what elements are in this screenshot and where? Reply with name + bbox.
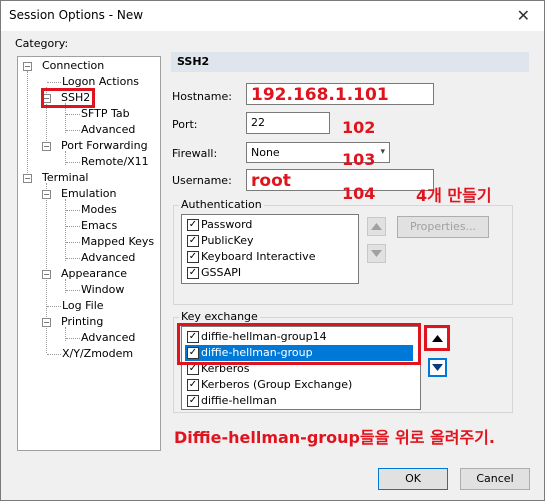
port-annotation: 102 <box>342 118 376 137</box>
collapse-icon[interactable]: − <box>42 318 51 327</box>
category-tree[interactable]: − Connection Logon Actions − SSH2 SFTP T… <box>17 56 161 451</box>
collapse-icon[interactable]: − <box>23 62 32 71</box>
tree-guide-line <box>66 242 80 243</box>
tree-item-emacs[interactable]: Emacs <box>81 218 117 234</box>
chevron-down-icon: ▾ <box>380 147 385 157</box>
hostname-label: Hostname: <box>172 90 232 103</box>
properties-button[interactable]: Properties... <box>397 216 489 238</box>
title-bar: Session Options - New ✕ <box>1 1 544 31</box>
auth-move-up-button[interactable] <box>367 217 386 236</box>
tree-guide-line <box>66 130 80 131</box>
list-item[interactable]: ✓ Kerberos (Group Exchange) <box>185 377 413 393</box>
tree-guide-line <box>27 71 28 179</box>
port-label: Port: <box>172 118 198 131</box>
tree-item-xyzmodem[interactable]: X/Y/Zmodem <box>62 346 133 362</box>
tree-item-connection[interactable]: Connection <box>42 58 104 74</box>
checkbox-checked-icon[interactable]: ✓ <box>187 235 199 247</box>
tree-item-advanced[interactable]: Advanced <box>81 330 135 346</box>
collapse-icon[interactable]: − <box>23 174 32 183</box>
tree-item-mapped-keys[interactable]: Mapped Keys <box>81 234 154 250</box>
tree-item-port-forwarding[interactable]: Port Forwarding <box>61 138 148 154</box>
arrow-up-icon <box>371 223 382 230</box>
firewall-annotation: 103 <box>342 150 376 169</box>
tree-item-window[interactable]: Window <box>81 282 124 298</box>
list-item[interactable]: ✓ GSSAPI <box>185 265 413 281</box>
ok-button[interactable]: OK <box>378 468 448 490</box>
annotation-highlight-box <box>41 88 95 108</box>
tree-item-advanced[interactable]: Advanced <box>81 250 135 266</box>
port-input[interactable]: 22 <box>246 112 330 134</box>
kex-move-down-button[interactable] <box>428 358 447 377</box>
tree-guide-line <box>66 210 80 211</box>
move-up-annotation: Diffie-hellman-group들을 위로 올려주기. <box>174 428 495 447</box>
window-title: Session Options - New <box>9 8 144 22</box>
cancel-button[interactable]: Cancel <box>460 468 530 490</box>
arrow-down-icon <box>432 364 443 371</box>
tree-guide-line <box>47 82 61 83</box>
collapse-icon[interactable]: − <box>42 142 51 151</box>
annotation-highlight-box <box>177 323 421 365</box>
tree-guide-line <box>46 183 47 353</box>
tree-item-advanced[interactable]: Advanced <box>81 122 135 138</box>
collapse-icon[interactable]: − <box>42 190 51 199</box>
collapse-icon[interactable]: − <box>42 270 51 279</box>
checkbox-checked-icon[interactable]: ✓ <box>187 219 199 231</box>
tree-guide-line <box>47 306 61 307</box>
list-item[interactable]: ✓ diffie-hellman <box>185 393 413 409</box>
tree-item-modes[interactable]: Modes <box>81 202 117 218</box>
category-label: Category: <box>15 37 69 50</box>
session-options-dialog: Session Options - New ✕ Category: − Conn… <box>0 0 545 501</box>
tree-item-remote-x11[interactable]: Remote/X11 <box>81 154 149 170</box>
tree-item-terminal[interactable]: Terminal <box>42 170 89 186</box>
checkbox-checked-icon[interactable]: ✓ <box>187 267 199 279</box>
arrow-down-icon <box>371 250 382 257</box>
authentication-title: Authentication <box>179 198 264 211</box>
authentication-list[interactable]: ✓ Password ✓ PublicKey ✓ Keyboard Interacti… <box>181 214 359 284</box>
tree-item-sftp-tab[interactable]: SFTP Tab <box>81 106 130 122</box>
annotation-highlight-box <box>424 325 450 351</box>
tree-item-emulation[interactable]: Emulation <box>61 186 117 202</box>
make-four-annotation: 4개 만들기 <box>416 186 492 205</box>
tree-guide-line <box>66 162 80 163</box>
tree-guide-line <box>66 114 80 115</box>
checkbox-checked-icon[interactable]: ✓ <box>187 379 199 391</box>
firewall-label: Firewall: <box>172 147 218 160</box>
checkbox-checked-icon[interactable]: ✓ <box>187 251 199 263</box>
firewall-value: None <box>251 146 280 159</box>
username-label: Username: <box>172 174 232 187</box>
tree-item-printing[interactable]: Printing <box>61 314 103 330</box>
tree-guide-line <box>47 354 61 355</box>
tree-guide-line <box>66 290 80 291</box>
close-icon[interactable]: ✕ <box>517 6 530 25</box>
tree-guide-line <box>66 258 80 259</box>
tree-guide-line <box>66 338 80 339</box>
hostname-input[interactable]: 192.168.1.101 <box>246 83 434 105</box>
checkbox-checked-icon[interactable]: ✓ <box>187 395 199 407</box>
tree-item-log-file[interactable]: Log File <box>62 298 104 314</box>
tree-guide-line <box>65 199 66 261</box>
key-exchange-title: Key exchange <box>179 310 260 323</box>
tree-guide-line <box>66 226 80 227</box>
username-input[interactable]: root <box>246 169 434 191</box>
username-annotation: 104 <box>342 184 376 203</box>
tree-item-appearance[interactable]: Appearance <box>61 266 127 282</box>
auth-move-down-button[interactable] <box>367 244 386 263</box>
section-header: SSH2 <box>171 52 529 72</box>
